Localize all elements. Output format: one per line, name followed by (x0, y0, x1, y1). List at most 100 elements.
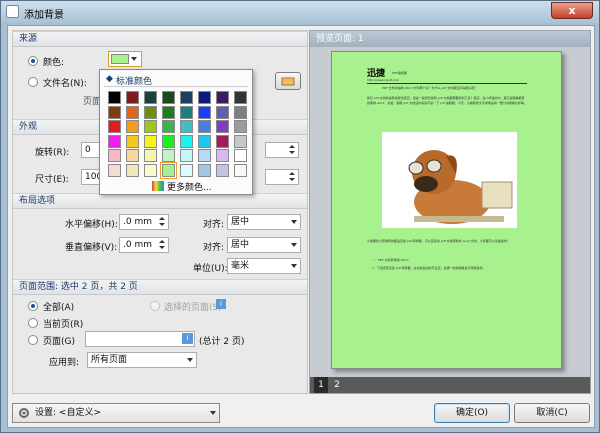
color-swatch-0-4[interactable] (180, 91, 193, 104)
color-swatch-3-5[interactable] (198, 134, 211, 148)
v-offset-input[interactable]: .0 mm (119, 237, 169, 253)
preview-tab-1[interactable]: 1 (314, 377, 328, 393)
color-swatch-0-0[interactable] (108, 91, 121, 104)
color-swatch-0-2[interactable] (144, 91, 157, 104)
color-swatch-1-6[interactable] (216, 105, 229, 119)
color-swatch-3-7[interactable] (234, 134, 247, 148)
color-picker-button[interactable] (108, 51, 142, 67)
h-offset-input[interactable]: .0 mm (119, 214, 169, 230)
all-pages-radio[interactable] (28, 301, 38, 311)
window-title: 添加背景 (24, 10, 64, 21)
preview-tab-2[interactable]: 2 (330, 377, 344, 393)
doc-paragraph-1: 我们 pdf 文档的编辑常规性更高。但是一般浏览编辑 pdf 文档都需要用到工具… (367, 96, 527, 105)
color-swatch-1-0[interactable] (108, 105, 121, 119)
color-radio[interactable] (28, 56, 38, 66)
color-swatch-2-3[interactable] (162, 120, 175, 133)
color-swatch-4-5[interactable] (198, 149, 211, 162)
preview-panel: 预览页面: 1 迅捷 PDF编辑器 http://www.xjpdf.com P… (309, 30, 591, 394)
color-swatch-5-4[interactable] (180, 163, 193, 177)
h-align-select[interactable]: 居中 (227, 214, 301, 230)
color-label: 颜色: (43, 58, 65, 68)
color-swatch-3-6[interactable] (216, 134, 229, 148)
color-swatch-4-6[interactable] (216, 149, 229, 162)
doc-heading: PDF 文件的编辑 Word 文件哪个好？为什么 pdf 文件都显示得很好呢？ (382, 86, 478, 90)
spin-arrows-icon (157, 238, 167, 252)
color-swatch-0-6[interactable] (216, 91, 229, 104)
unit-select[interactable]: 毫米 (227, 258, 301, 274)
apply-to-select[interactable]: 所有页面 (87, 352, 197, 368)
color-swatch-2-4[interactable] (180, 120, 193, 133)
color-swatch-1-7[interactable] (234, 105, 247, 119)
add-background-dialog: 添加背景 x 来源 颜色: 文件名(N): 页面: 外观 旋转(R): 0 尺寸… (0, 0, 600, 433)
color-swatch-1-4[interactable] (180, 105, 193, 119)
settings-preset-select[interactable]: 设置: <自定义> (12, 403, 220, 423)
spin-arrows-icon (157, 215, 167, 229)
color-swatch-2-7[interactable] (234, 120, 247, 133)
color-swatch-3-0[interactable] (108, 134, 121, 148)
color-swatch-4-1[interactable] (126, 149, 139, 162)
color-swatch-4-4[interactable] (180, 149, 193, 162)
file-radio[interactable] (28, 77, 38, 87)
color-swatch-0-1[interactable] (126, 91, 139, 104)
h-align-value: 居中 (231, 217, 250, 227)
info-icon[interactable]: i (182, 333, 193, 344)
current-page-radio[interactable] (28, 318, 38, 328)
color-swatch-1-5[interactable] (198, 105, 211, 119)
dog-picture (408, 150, 513, 224)
spin-arrows-icon (287, 170, 297, 184)
color-swatch-5-7[interactable] (234, 163, 247, 177)
color-swatch-5-2[interactable] (144, 163, 157, 177)
more-colors-link[interactable]: 更多颜色... (167, 180, 212, 193)
color-swatch-5-6[interactable] (216, 163, 229, 177)
pages-input[interactable] (85, 331, 195, 347)
color-swatch-4-0[interactable] (108, 149, 121, 162)
color-swatch-2-5[interactable] (198, 120, 211, 133)
palette-diamond-icon: ◆ (106, 74, 113, 84)
color-swatch-3-1[interactable] (126, 134, 139, 148)
color-swatch-3-4[interactable] (180, 134, 193, 148)
close-button[interactable]: x (551, 2, 593, 19)
ok-button[interactable]: 确定(O) (434, 403, 510, 423)
info-icon[interactable]: i (216, 299, 226, 309)
more-colors-icon (152, 181, 164, 191)
color-swatch-5-1[interactable] (126, 163, 139, 177)
doc-url: http://www.xjpdf.com (367, 78, 399, 82)
rotation-stepper[interactable] (265, 142, 299, 158)
v-offset-value: .0 mm (123, 240, 152, 250)
color-swatch-3-2[interactable] (144, 134, 157, 148)
color-swatch-1-1[interactable] (126, 105, 139, 119)
file-label: 文件名(N): (43, 79, 87, 89)
color-swatch-2-0[interactable] (108, 120, 121, 133)
preview-header: 预览页面: 1 (310, 31, 590, 47)
color-swatch-2-2[interactable] (144, 120, 157, 133)
chevron-down-icon (210, 411, 216, 415)
color-swatch-5-0[interactable] (108, 163, 121, 177)
h-offset-value: .0 mm (123, 217, 152, 227)
color-swatch-5-5[interactable] (198, 163, 211, 177)
color-swatch-0-7[interactable] (234, 91, 247, 104)
browse-file-button[interactable] (275, 72, 301, 90)
pages-radio[interactable] (28, 335, 38, 345)
color-swatch-0-3[interactable] (162, 91, 175, 104)
color-swatch-2-6[interactable] (216, 120, 229, 133)
color-swatch-5-3[interactable] (162, 163, 175, 177)
cancel-button[interactable]: 取消(C) (514, 403, 590, 423)
color-swatch-2-1[interactable] (126, 120, 139, 133)
color-swatch-1-2[interactable] (144, 105, 157, 119)
color-swatch-4-2[interactable] (144, 149, 157, 162)
doc-list-item-2: 1、下载安装迅捷 pdf 转换器，在这些输出的可生活，选择""的编辑等进行转换操… (372, 266, 486, 270)
color-swatch-4-3[interactable] (162, 149, 175, 162)
v-align-label: 对齐: (203, 243, 225, 253)
color-swatch-1-3[interactable] (162, 105, 175, 119)
color-swatch-4-7[interactable] (234, 149, 247, 162)
source-section-header: 来源 (13, 31, 307, 47)
size-label: 尺寸(E): (35, 175, 69, 185)
size-stepper[interactable] (265, 169, 299, 185)
v-align-select[interactable]: 居中 (227, 237, 301, 253)
doc-list-item-1: 一、PDF 文件转换成 Word (372, 258, 409, 262)
color-swatch-3-3[interactable] (162, 134, 175, 148)
apply-to-value: 所有页面 (91, 355, 128, 365)
settings-value: <自定义> (58, 408, 102, 418)
color-swatch-0-5[interactable] (198, 91, 211, 104)
selected-pages-radio[interactable] (150, 301, 160, 311)
